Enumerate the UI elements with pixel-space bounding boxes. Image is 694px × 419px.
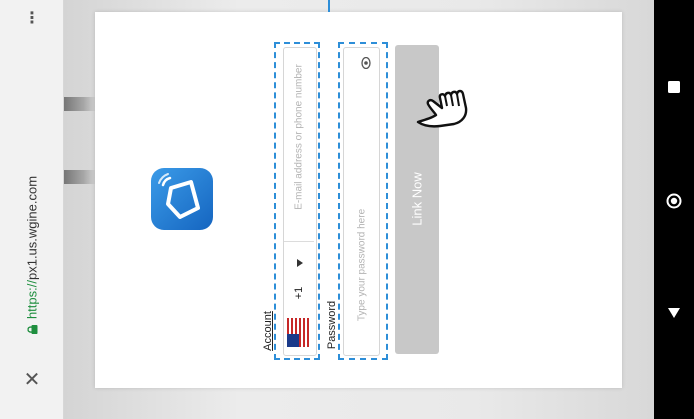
highlight-connector (328, 0, 330, 12)
close-icon[interactable]: ✕ (22, 369, 42, 389)
triangle-icon[interactable] (666, 305, 682, 321)
url-text: https://px1.us.wgine.com (25, 176, 40, 319)
account-highlight-box (274, 42, 320, 360)
square-icon[interactable] (666, 79, 682, 95)
system-navigation-bar (654, 0, 694, 419)
url-host: px1.us.wgine.com (24, 175, 40, 281)
tap-hand-icon (414, 82, 472, 130)
lock-icon (27, 325, 37, 335)
circle-icon[interactable] (666, 193, 682, 209)
browser-toolbar: ⋮ https://px1.us.wgine.com ✕ (0, 0, 64, 419)
screen: ⋮ https://px1.us.wgine.com ✕ Account +1 … (0, 0, 694, 419)
background-decoration (63, 97, 97, 111)
password-label: Password (326, 300, 338, 350)
url-scheme: https:// (24, 280, 40, 320)
password-highlight-box (338, 42, 388, 360)
smart-life-app-icon (151, 168, 213, 230)
account-label: Account (262, 311, 274, 351)
link-now-label: Link Now (409, 172, 425, 226)
more-menu-icon[interactable]: ⋮ (22, 8, 42, 28)
background-decoration (63, 170, 97, 184)
